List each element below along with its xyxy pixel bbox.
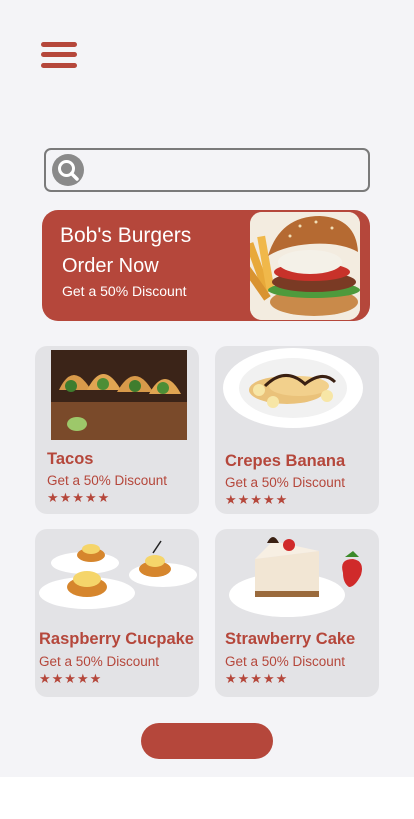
star-rating: ★★★★★: [47, 490, 111, 505]
menu-line: [41, 52, 77, 57]
food-card-crepes-banana[interactable]: Crepes Banana Get a 50% Discount ★★★★★: [215, 346, 379, 514]
menu-line: [41, 63, 77, 68]
crepes-banana-photo: [223, 348, 363, 428]
menu-line: [41, 42, 77, 47]
home-screen: Bob's Burgers Order Now Get a 50% Discou…: [0, 0, 414, 777]
banner-discount: Get a 50% Discount: [62, 283, 187, 299]
burger-with-fries-photo: [250, 212, 360, 320]
strawberry-cake-photo: [229, 537, 362, 617]
hamburger-menu-icon[interactable]: [41, 41, 77, 69]
food-card-discount: Get a 50% Discount: [225, 475, 346, 490]
food-card-title: Raspberry Cucpake: [39, 630, 194, 648]
search-icon[interactable]: [52, 154, 84, 186]
food-card-title: Tacos: [47, 450, 94, 468]
food-card-strawberry-cake[interactable]: Strawberry Cake Get a 50% Discount ★★★★★: [215, 529, 379, 697]
tacos-photo: [51, 350, 187, 440]
banner-order-now[interactable]: Order Now: [62, 255, 159, 278]
promo-banner[interactable]: Bob's Burgers Order Now Get a 50% Discou…: [42, 210, 370, 321]
raspberry-cupcakes-photo: [39, 540, 197, 609]
food-card-title: Strawberry Cake: [225, 630, 356, 648]
star-rating: ★★★★★: [225, 671, 289, 686]
food-card-tacos[interactable]: Tacos Get a 50% Discount ★★★★★: [35, 346, 199, 514]
food-card-discount: Get a 50% Discount: [225, 654, 346, 669]
star-rating: ★★★★★: [39, 671, 103, 686]
search-input[interactable]: [92, 156, 360, 186]
food-card-title: Crepes Banana: [225, 452, 346, 470]
banner-title: Bob's Burgers: [60, 224, 192, 247]
food-card-discount: Get a 50% Discount: [39, 654, 160, 669]
order-button[interactable]: [141, 723, 273, 759]
food-card-raspberry-cupcake[interactable]: Raspberry Cucpake Get a 50% Discount ★★★…: [35, 529, 199, 697]
food-card-discount: Get a 50% Discount: [47, 473, 168, 488]
search-bar[interactable]: [44, 148, 370, 192]
star-rating: ★★★★★: [225, 492, 289, 507]
